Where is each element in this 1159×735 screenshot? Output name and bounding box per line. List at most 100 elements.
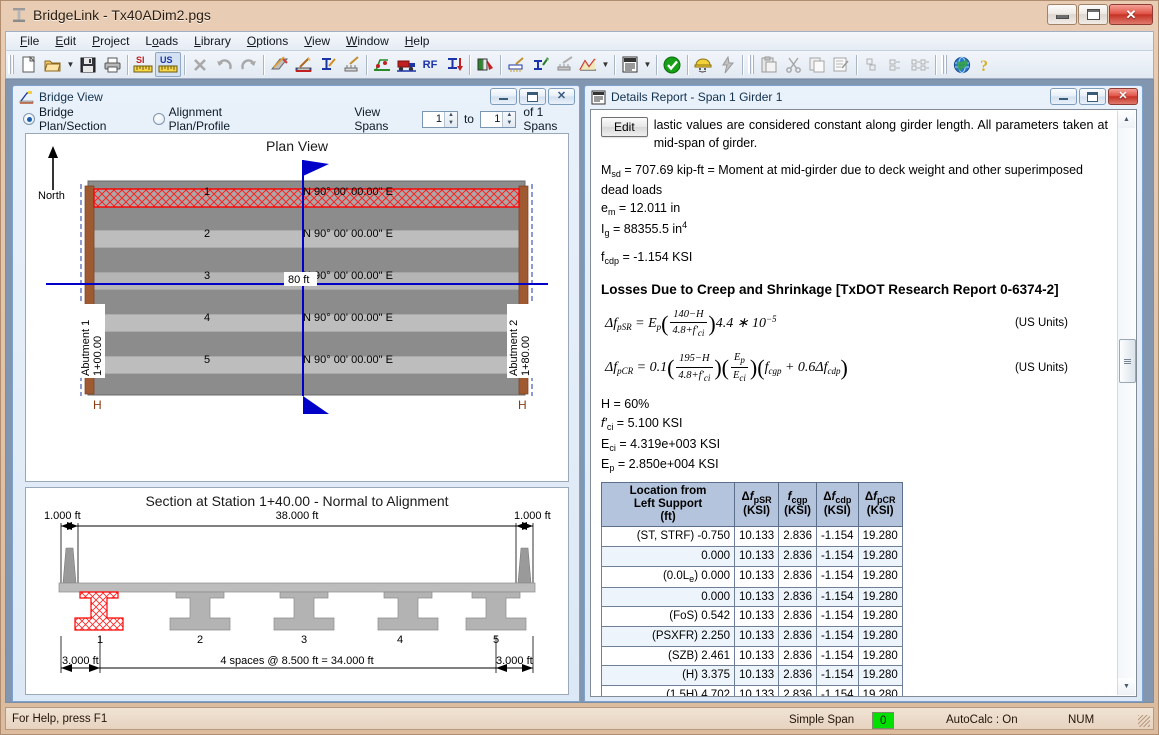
th-location: Location from Left Support (ft) xyxy=(601,481,735,528)
web-help-icon[interactable] xyxy=(950,53,974,76)
align-left-icon[interactable] xyxy=(860,53,884,76)
cut-icon[interactable] xyxy=(781,53,805,76)
table-row: (PSXFR) 2.250 10.133 2.836 -1.154 19.280 xyxy=(601,626,903,647)
report-dropdown-caret-icon[interactable]: ▼ xyxy=(642,53,653,76)
edit-bridge-icon[interactable] xyxy=(291,53,315,76)
span-to-arrows[interactable]: ▲ ▼ xyxy=(502,111,516,127)
menu-view[interactable]: View xyxy=(296,32,338,50)
minimize-button[interactable] xyxy=(1047,4,1077,25)
svg-text:?: ? xyxy=(980,58,988,74)
table-row: 0.000 10.133 2.836 -1.154 19.280 xyxy=(601,586,903,608)
delete-icon[interactable] xyxy=(188,53,212,76)
report-icon xyxy=(591,90,606,105)
toolbar: ▼ SI US RF ▼ ▼ ? xyxy=(5,50,1154,79)
bridge-view-minimize-button[interactable] xyxy=(490,88,517,105)
section-view-pane[interactable]: Section at Station 1+40.00 - Normal to A… xyxy=(25,487,569,695)
edit-button[interactable]: Edit xyxy=(601,117,648,137)
bridge-view-maximize-button[interactable] xyxy=(519,88,546,105)
scroll-down-arrow-icon[interactable]: ▼ xyxy=(1118,678,1135,695)
redo-icon[interactable] xyxy=(236,53,260,76)
edit-deck-icon[interactable] xyxy=(267,53,291,76)
toolbar-grip[interactable] xyxy=(8,55,14,74)
menu-library[interactable]: Library xyxy=(186,32,239,50)
minimize-icon xyxy=(499,98,508,100)
analysis-results-icon[interactable] xyxy=(473,53,497,76)
report-scrollbar[interactable]: ▲ ▼ xyxy=(1117,111,1136,695)
edit-pier-icon[interactable] xyxy=(339,53,363,76)
open-folder-icon[interactable] xyxy=(41,53,65,76)
print-icon[interactable] xyxy=(100,53,124,76)
effective-flange-icon[interactable] xyxy=(504,53,528,76)
save-icon[interactable] xyxy=(76,53,100,76)
open-dropdown-caret-icon[interactable]: ▼ xyxy=(65,53,76,76)
align-distribute-icon[interactable] xyxy=(908,53,932,76)
view-spans-label: View Spans xyxy=(354,105,389,133)
copy-icon[interactable] xyxy=(805,53,829,76)
section-left-edge-dim: 3.000 ft xyxy=(62,655,99,667)
table-row: (FoS) 0.542 10.133 2.836 -1.154 19.280 xyxy=(601,606,903,628)
menu-options[interactable]: Options xyxy=(239,32,296,50)
rating-factor-icon[interactable]: RF xyxy=(418,53,442,76)
cell-location: (0.0Le) 0.000 xyxy=(601,565,735,588)
svg-text:US: US xyxy=(160,55,173,65)
girder-properties-icon[interactable] xyxy=(442,53,466,76)
edit-girder-icon[interactable] xyxy=(315,53,339,76)
spin-down-icon: ▼ xyxy=(447,119,454,126)
maximize-button[interactable] xyxy=(1078,4,1108,25)
stress-check-icon[interactable] xyxy=(528,53,552,76)
radio-bridge-plan-section[interactable]: Bridge Plan/Section xyxy=(23,105,139,133)
graph-view-icon[interactable] xyxy=(576,53,600,76)
menu-file[interactable]: File xyxy=(12,32,47,50)
scrollbar-thumb[interactable] xyxy=(1119,339,1136,383)
moment-capacity-icon[interactable] xyxy=(552,53,576,76)
paste-icon[interactable] xyxy=(757,53,781,76)
radio-alignment-plan-profile[interactable]: Alignment Plan/Profile xyxy=(152,105,281,133)
cell-value: -1.154 xyxy=(815,546,859,567)
about-help-icon[interactable]: ? xyxy=(974,53,998,76)
new-document-icon[interactable] xyxy=(17,53,41,76)
details-report-title-bar: Details Report - Span 1 Girder 1 ✕ xyxy=(585,86,1142,108)
report-view-icon[interactable] xyxy=(618,53,642,76)
toolbar-grip-2[interactable] xyxy=(748,55,754,74)
close-button[interactable]: ✕ xyxy=(1109,4,1153,25)
scroll-up-arrow-icon[interactable]: ▲ xyxy=(1118,111,1135,128)
edit-entry-icon[interactable] xyxy=(829,53,853,76)
title-bar: BridgeLink - Tx40ADim2.pgs ✕ xyxy=(1,1,1158,30)
section-selected-girder xyxy=(74,591,124,631)
section-view-title: Section at Station 1+40.00 - Normal to A… xyxy=(145,493,449,509)
plan-view-pane[interactable]: Plan View 1 2 3 4 5 N 90° 00' 00.00" E N… xyxy=(25,133,569,482)
design-girder-icon[interactable] xyxy=(691,53,715,76)
align-center-icon[interactable] xyxy=(884,53,908,76)
abutment-left-label: Abutment 1 1+00.00 xyxy=(79,304,105,378)
us-units-icon[interactable]: US xyxy=(155,52,181,77)
cell-value: 19.280 xyxy=(857,526,903,548)
menu-window[interactable]: Window xyxy=(338,32,397,50)
undo-icon[interactable] xyxy=(212,53,236,76)
resize-grip-icon[interactable] xyxy=(1138,715,1150,727)
status-span-type: Simple Span xyxy=(789,713,855,726)
details-report-minimize-button[interactable] xyxy=(1050,88,1077,105)
span-from-arrows[interactable]: ▲ ▼ xyxy=(443,111,457,127)
maximize-icon xyxy=(1087,91,1098,102)
bridge-view-close-button[interactable]: ✕ xyxy=(548,88,575,105)
details-report-maximize-button[interactable] xyxy=(1079,88,1106,105)
span-to-spinner[interactable]: 1 ▲ ▼ xyxy=(479,110,517,128)
cell-value: 10.133 xyxy=(733,526,780,548)
th-fcgp: fcgp (KSI) xyxy=(778,481,817,528)
cell-location: (1.5H) 4.702 xyxy=(601,685,735,696)
live-load-icon[interactable] xyxy=(370,53,394,76)
menu-loads[interactable]: Loads xyxy=(137,32,186,50)
cell-value: 10.133 xyxy=(733,626,780,647)
menu-edit[interactable]: Edit xyxy=(47,32,84,50)
spec-check-ok-icon[interactable] xyxy=(660,53,684,76)
load-rating-icon[interactable] xyxy=(715,53,739,76)
truck-load-icon[interactable] xyxy=(394,53,418,76)
graph-dropdown-caret-icon[interactable]: ▼ xyxy=(600,53,611,76)
menu-help[interactable]: Help xyxy=(397,32,438,50)
details-report-close-button[interactable]: ✕ xyxy=(1108,88,1138,105)
si-units-icon[interactable]: SI xyxy=(131,53,155,76)
toolbar-grip-3[interactable] xyxy=(941,55,947,74)
menu-project[interactable]: Project xyxy=(84,32,137,50)
table-header-row: Location from Left Support (ft) ΔfpSR (KSI)… xyxy=(601,481,903,528)
span-from-spinner[interactable]: 1 ▲ ▼ xyxy=(421,110,458,128)
